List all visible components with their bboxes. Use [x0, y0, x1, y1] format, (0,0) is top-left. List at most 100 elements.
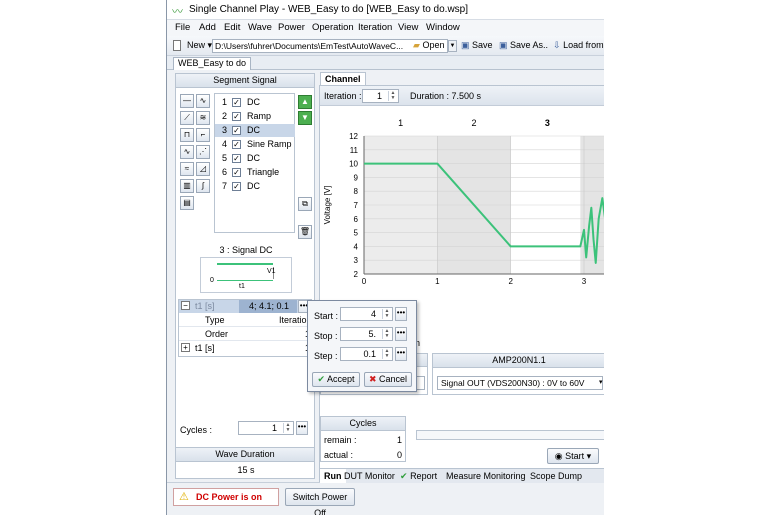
triangle-shape-icon[interactable]: ◿: [196, 162, 210, 176]
accept-button[interactable]: ✔ Accept: [312, 372, 360, 387]
sine-shape-icon[interactable]: ∿: [196, 94, 210, 108]
property-header[interactable]: − t1 [s] 4; 4.1; 0.1 •••: [179, 300, 313, 313]
menu-edit[interactable]: Edit: [224, 22, 240, 33]
cycles-ellipsis-button[interactable]: •••: [296, 421, 308, 435]
popup-step-value: 0.1: [363, 349, 376, 359]
voltage-chart: 234567891011120 1 2 31 2 3Voltage [V]: [323, 118, 604, 286]
cycles-header: Cycles: [321, 417, 405, 431]
file-shape-icon[interactable]: ▤: [180, 196, 194, 210]
popup-start-ellipsis[interactable]: •••: [395, 307, 407, 321]
segment-item[interactable]: 5 ✓ DC: [215, 152, 295, 165]
expand-icon[interactable]: +: [181, 343, 190, 352]
menu-file[interactable]: File: [175, 22, 190, 33]
path-dropdown-icon[interactable]: ▼: [448, 40, 457, 52]
folder-open-icon: ▰: [413, 40, 420, 50]
y-tick-label: 3: [354, 256, 359, 265]
popup-stop-stepper[interactable]: 5. ▲ ▼: [340, 327, 393, 341]
segment-checkbox[interactable]: ✓: [232, 168, 241, 177]
cancel-x-icon: ✖: [368, 374, 377, 384]
new-button[interactable]: New ▾: [185, 39, 214, 53]
popup-stop-value: 5.: [368, 329, 376, 339]
channel-tab[interactable]: Channel: [320, 72, 366, 85]
menu-power[interactable]: Power: [278, 22, 305, 33]
pulse-shape-icon[interactable]: ⊓: [180, 128, 194, 142]
segment-item[interactable]: 4 ✓ Sine Ramp: [215, 138, 295, 151]
sawtooth-shape-icon[interactable]: ⋰: [196, 145, 210, 159]
save-button[interactable]: ▣ Save: [459, 39, 495, 53]
cycles-stepper[interactable]: 1 ▲ ▼: [238, 421, 294, 435]
tab-measure-monitoring[interactable]: Measure Monitoring: [442, 469, 530, 483]
y-tick-label: 8: [354, 187, 359, 196]
bars-shape-icon[interactable]: ▥: [180, 179, 194, 193]
save-as-label: Save As..: [510, 40, 549, 50]
segment-checkbox[interactable]: ✓: [232, 98, 241, 107]
menu-operation[interactable]: Operation: [312, 22, 354, 33]
stepper-arrows-icon[interactable]: ▲ ▼: [382, 329, 391, 339]
menu-iteration[interactable]: Iteration: [358, 22, 392, 33]
tab-scope-dump[interactable]: Scope Dump: [526, 469, 586, 483]
popup-stop-ellipsis[interactable]: •••: [395, 327, 407, 341]
stepper-arrows-icon[interactable]: ▲ ▼: [382, 309, 391, 319]
signal-preview: V1 0 t1: [200, 257, 292, 293]
stepper-arrows-icon[interactable]: ▲ ▼: [388, 91, 397, 101]
dc-shape-icon[interactable]: —: [180, 94, 194, 108]
open-button[interactable]: ▰ Open: [411, 39, 446, 53]
property-header-value[interactable]: 4; 4.1; 0.1: [239, 300, 297, 313]
burst-shape-icon[interactable]: ≈: [180, 162, 194, 176]
segment-item[interactable]: 1 ✓ DC: [215, 96, 295, 109]
document-tab[interactable]: WEB_Easy to do: [173, 57, 252, 70]
x-tick-label: 2: [508, 277, 513, 286]
noise-shape-icon[interactable]: ≋: [196, 111, 210, 125]
amp-signal-select[interactable]: Signal OUT (VDS200N30) : 0V to 60V: [437, 376, 603, 390]
menu-add[interactable]: Add: [199, 22, 216, 33]
toolbar: New ▾ D:\Users\fuhrer\Documents\EmTest\A…: [167, 36, 604, 56]
segment-checkbox[interactable]: ✓: [232, 182, 241, 191]
segment-checkbox[interactable]: ✓: [232, 126, 241, 135]
save-icon: ▣: [461, 40, 470, 50]
save-label: Save: [472, 40, 493, 50]
collapse-icon[interactable]: −: [181, 301, 190, 310]
popup-step-stepper[interactable]: 0.1 ▲ ▼: [340, 347, 393, 361]
ramp-shape-icon[interactable]: ⟋: [180, 111, 194, 125]
curve-shape-icon[interactable]: ∫: [196, 179, 210, 193]
sine-ramp-shape-icon[interactable]: ∿: [180, 145, 194, 159]
move-down-icon[interactable]: ▼: [298, 111, 312, 125]
segment-checkbox[interactable]: ✓: [232, 154, 241, 163]
start-button[interactable]: ◉ Start ▾: [547, 448, 599, 464]
segment-list: 1 ✓ DC 2 ✓ Ramp 3 ✓ DC 4 ✓ Sine Ramp 5 ✓ DC 6 ✓ Tria…: [214, 93, 295, 233]
segment-item[interactable]: 2 ✓ Ramp: [215, 110, 295, 123]
copy-segment-icon[interactable]: ⧉: [298, 197, 312, 211]
segment-item[interactable]: 6 ✓ Triangle: [215, 166, 295, 179]
menu-window[interactable]: Window: [426, 22, 460, 33]
segment-item[interactable]: 7 ✓ DC: [215, 180, 295, 193]
stepper-arrows-icon[interactable]: ▲ ▼: [382, 349, 391, 359]
load-icon: ⇩: [553, 40, 561, 50]
y-tick-label: 4: [354, 242, 359, 251]
cancel-button[interactable]: ✖ Cancel: [364, 372, 412, 387]
switch-power-off-button[interactable]: Switch Power Off: [285, 488, 355, 515]
popup-step-ellipsis[interactable]: •••: [395, 347, 407, 361]
y-tick-label: 11: [350, 146, 359, 155]
segment-checkbox[interactable]: ✓: [232, 112, 241, 121]
save-as-button[interactable]: ▣ Save As..: [497, 39, 550, 53]
dc-power-badge: ⚠ DC Power is on: [173, 488, 279, 506]
stepper-arrows-icon[interactable]: ▲ ▼: [283, 423, 292, 433]
y-tick-label: 10: [349, 160, 358, 169]
segment-item-selected[interactable]: 3 ✓ DC: [215, 124, 295, 137]
iteration-stepper[interactable]: 1 ▲ ▼: [362, 89, 399, 103]
property-name: t1 [s]: [195, 343, 215, 353]
tab-dut-monitor[interactable]: DUT Monitor: [340, 469, 399, 483]
menu-wave[interactable]: Wave: [248, 22, 272, 33]
segment-label: DC: [247, 125, 260, 135]
segment-checkbox[interactable]: ✓: [232, 140, 241, 149]
segment-label: DC: [247, 153, 260, 163]
amp-dropdown-icon[interactable]: ▾: [599, 378, 603, 386]
popup-start-stepper[interactable]: 4 ▲ ▼: [340, 307, 393, 321]
load-from-button[interactable]: ⇩ Load from: [551, 39, 604, 53]
delete-trash-icon[interactable]: 🗑: [298, 225, 312, 239]
tab-report[interactable]: ✔ Report: [396, 469, 441, 483]
menu-view[interactable]: View: [398, 22, 418, 33]
segment-label: DC: [247, 181, 260, 191]
step-shape-icon[interactable]: ⌐: [196, 128, 210, 142]
move-up-icon[interactable]: ▲: [298, 95, 312, 109]
